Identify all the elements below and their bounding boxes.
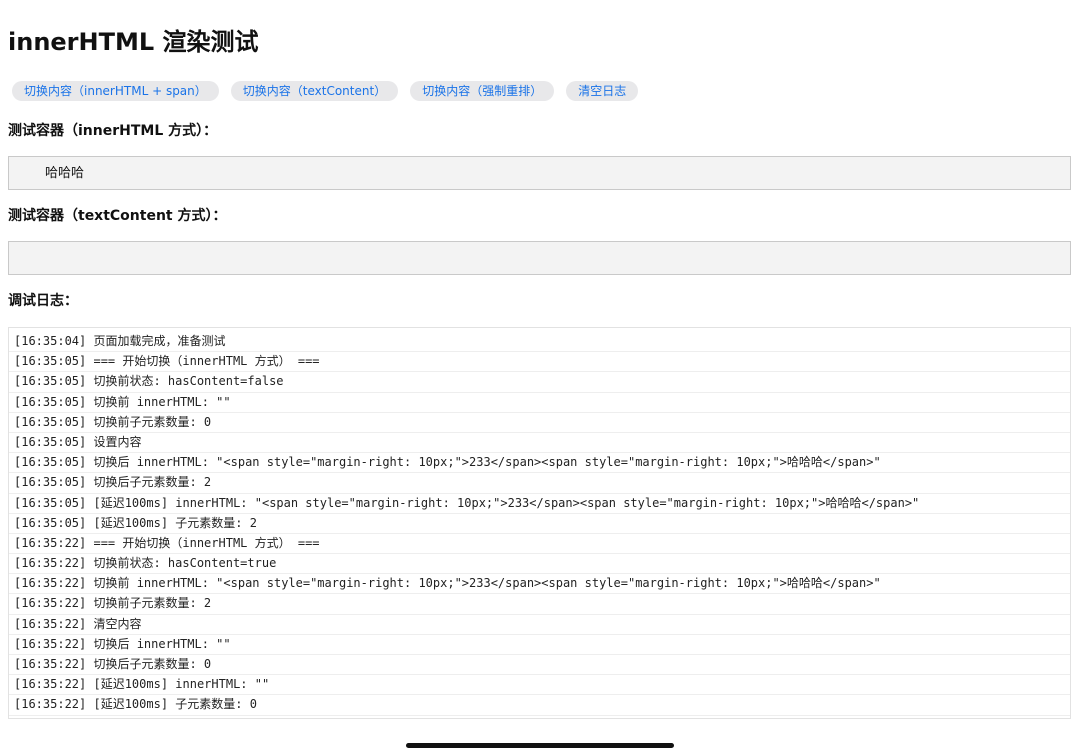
page-title: innerHTML 渲染测试 [8,28,259,56]
log-line: [16:35:22] === 开始切换（innerHTML 方式） === [9,534,1070,555]
log-line: [16:35:22] 切换后 innerHTML: "" [9,635,1070,655]
toolbar: 切换内容（innerHTML + span） 切换内容（textContent）… [12,81,639,101]
log-label: 调试日志： [8,293,78,309]
toggle-textcontent-button[interactable]: 切换内容（textContent） [230,81,399,101]
home-indicator [406,743,674,748]
log-line: [16:35:22] 切换前状态: hasContent=true [9,554,1070,575]
clear-log-button[interactable]: 清空日志 [566,81,639,101]
log-line: [16:35:05] [延迟100ms] innerHTML: "<span s… [9,494,1070,514]
log-line: [16:35:05] === 开始切换（innerHTML 方式） === [9,352,1070,373]
log-line: [16:35:05] 切换前子元素数量: 0 [9,413,1070,433]
log-line: [16:35:22] 切换后子元素数量: 0 [9,655,1070,676]
container1-label: 测试容器（innerHTML 方式）： [8,123,218,139]
log-line: [16:35:05] 切换后子元素数量: 2 [9,473,1070,494]
log-line: [16:35:22] [延迟100ms] innerHTML: "" [9,675,1070,696]
log-line: [16:35:04] 页面加载完成，准备测试 [9,332,1070,353]
container2-label: 测试容器（textContent 方式）： [8,208,227,224]
innerhtml-container: 哈哈哈 [8,156,1071,190]
log-line: [16:35:05] 切换前状态: hasContent=false [9,372,1070,393]
log-line: [16:35:05] 切换前 innerHTML: "" [9,393,1070,413]
log-line: [16:35:05] 设置内容 [9,433,1070,454]
log-line: [16:35:22] 清空内容 [9,615,1070,635]
log-line: [16:35:22] 切换前子元素数量: 2 [9,594,1070,615]
log-line: [16:35:22] [延迟100ms] 子元素数量: 0 [9,695,1070,716]
debug-log[interactable]: [16:35:04] 页面加载完成，准备测试 [16:35:05] === 开始切… [8,327,1071,719]
toggle-reflow-button[interactable]: 切换内容（强制重排） [410,81,555,101]
page: innerHTML 渲染测试 切换内容（innerHTML + span） 切换… [0,0,1080,754]
log-line: [16:35:05] 切换后 innerHTML: "<span style="… [9,453,1070,474]
innerhtml-container-content: 哈哈哈 [45,166,85,181]
log-line: [16:35:05] [延迟100ms] 子元素数量: 2 [9,514,1070,534]
toggle-innerhtml-button[interactable]: 切换内容（innerHTML + span） [12,81,219,101]
log-line: [16:35:22] 切换前 innerHTML: "<span style="… [9,574,1070,595]
textcontent-container [8,241,1071,275]
